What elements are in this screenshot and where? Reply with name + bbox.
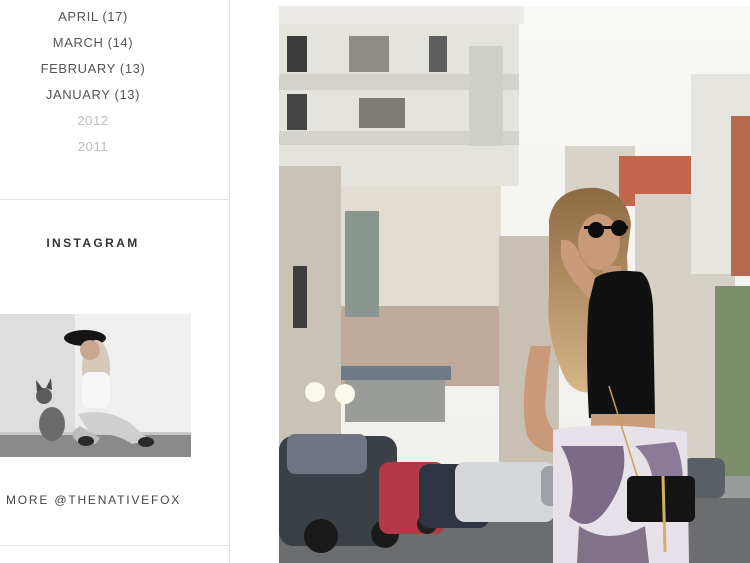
archive-month-january[interactable]: JANUARY (13) bbox=[0, 82, 186, 108]
archive-year-2012[interactable]: 2012 bbox=[0, 108, 186, 134]
archive-month-march[interactable]: MARCH (14) bbox=[0, 30, 186, 56]
sidebar: APRIL (17) MARCH (14) FEBRUARY (13) JANU… bbox=[0, 0, 230, 563]
archive-year-2011[interactable]: 2011 bbox=[0, 134, 186, 160]
archive-month-february[interactable]: FEBRUARY (13) bbox=[0, 56, 186, 82]
instagram-photo-image bbox=[0, 314, 191, 457]
archive-month-april[interactable]: APRIL (17) bbox=[0, 4, 186, 30]
street-style-photo bbox=[279, 6, 750, 563]
featured-post-photo[interactable] bbox=[279, 6, 750, 563]
section-divider bbox=[0, 199, 229, 200]
instagram-heading: INSTAGRAM bbox=[46, 236, 140, 250]
instagram-photo[interactable] bbox=[0, 314, 191, 457]
section-divider bbox=[0, 545, 229, 546]
instagram-more-link[interactable]: MORE @THENATIVEFOX bbox=[6, 493, 181, 507]
